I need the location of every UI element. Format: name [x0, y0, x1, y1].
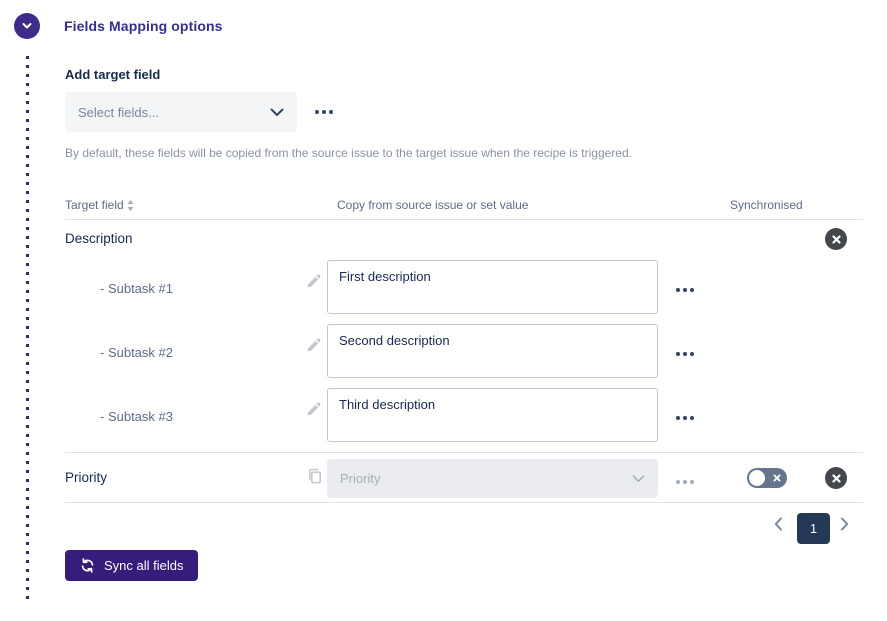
add-field-select[interactable]: Select fields... — [65, 92, 297, 132]
chevron-right-icon — [840, 517, 849, 531]
row-more-options-button[interactable] — [672, 412, 698, 424]
copy-icon — [307, 467, 323, 490]
add-field-more-options-button[interactable] — [311, 106, 337, 118]
subtask-value-textarea[interactable]: Second description — [327, 324, 658, 378]
priority-value-select[interactable]: Priority — [327, 459, 658, 498]
close-icon — [832, 474, 841, 483]
sync-icon — [80, 558, 95, 573]
field-group-row-priority: Priority Priority — [65, 452, 863, 503]
ellipsis-icon — [676, 288, 680, 292]
field-name-label: Priority — [65, 470, 107, 485]
pagination: 1 — [65, 503, 863, 544]
subtask-mapping-row: - Subtask #3 Third description — [65, 388, 863, 452]
ellipsis-icon — [676, 480, 680, 484]
subtask-mapping-row: - Subtask #1 First description — [65, 260, 863, 324]
next-page-button[interactable] — [838, 515, 851, 533]
subtask-value-textarea[interactable]: Third description — [327, 388, 658, 442]
sync-all-fields-label: Sync all fields — [104, 558, 183, 573]
collapse-section-button[interactable] — [14, 13, 40, 39]
subtask-label: - Subtask #2 — [100, 345, 173, 360]
column-header-synchronised: Synchronised — [730, 198, 803, 212]
column-header-copy-value: Copy from source issue or set value — [337, 198, 528, 212]
toggle-knob — [749, 470, 765, 486]
section-guide-dotted-line — [26, 56, 29, 601]
subtask-label: - Subtask #1 — [100, 281, 173, 296]
section-content: Add target field Select fields... By def… — [65, 62, 863, 581]
fields-mapping-panel: Fields Mapping options Add target field … — [0, 0, 887, 621]
remove-field-button[interactable] — [825, 467, 847, 489]
row-more-options-button[interactable] — [672, 476, 698, 488]
table-header-row: Target field Copy from source issue or s… — [65, 196, 863, 220]
toggle-off-x-icon — [773, 474, 781, 482]
subtask-value-textarea[interactable]: First description — [327, 260, 658, 314]
pencil-icon — [306, 401, 322, 422]
remove-field-button[interactable] — [825, 228, 847, 250]
previous-page-button[interactable] — [772, 515, 785, 533]
ellipsis-icon — [315, 110, 319, 114]
synchronised-toggle[interactable] — [747, 468, 787, 488]
chevron-down-icon — [270, 108, 284, 117]
chevron-down-icon — [21, 20, 33, 32]
pencil-icon — [306, 273, 322, 294]
chevron-down-icon — [632, 475, 645, 483]
add-field-select-placeholder: Select fields... — [78, 105, 159, 120]
page-title: Fields Mapping options — [64, 18, 223, 34]
subtask-mapping-row: - Subtask #2 Second description — [65, 324, 863, 388]
sort-icon — [127, 200, 134, 211]
sync-all-fields-button[interactable]: Sync all fields — [65, 550, 198, 581]
row-more-options-button[interactable] — [672, 284, 698, 296]
field-name-label: Description — [65, 231, 133, 246]
help-text: By default, these fields will be copied … — [65, 146, 863, 160]
ellipsis-icon — [676, 416, 680, 420]
field-group-row-description: Description — [65, 220, 863, 260]
ellipsis-icon — [676, 352, 680, 356]
row-more-options-button[interactable] — [672, 348, 698, 360]
column-header-target-field[interactable]: Target field — [65, 198, 134, 212]
add-target-field-label: Add target field — [65, 67, 863, 82]
priority-select-placeholder: Priority — [340, 471, 380, 486]
pencil-icon — [306, 337, 322, 358]
subtask-label: - Subtask #3 — [100, 409, 173, 424]
chevron-left-icon — [774, 517, 783, 531]
close-icon — [832, 235, 841, 244]
page-number-button[interactable]: 1 — [797, 513, 830, 544]
